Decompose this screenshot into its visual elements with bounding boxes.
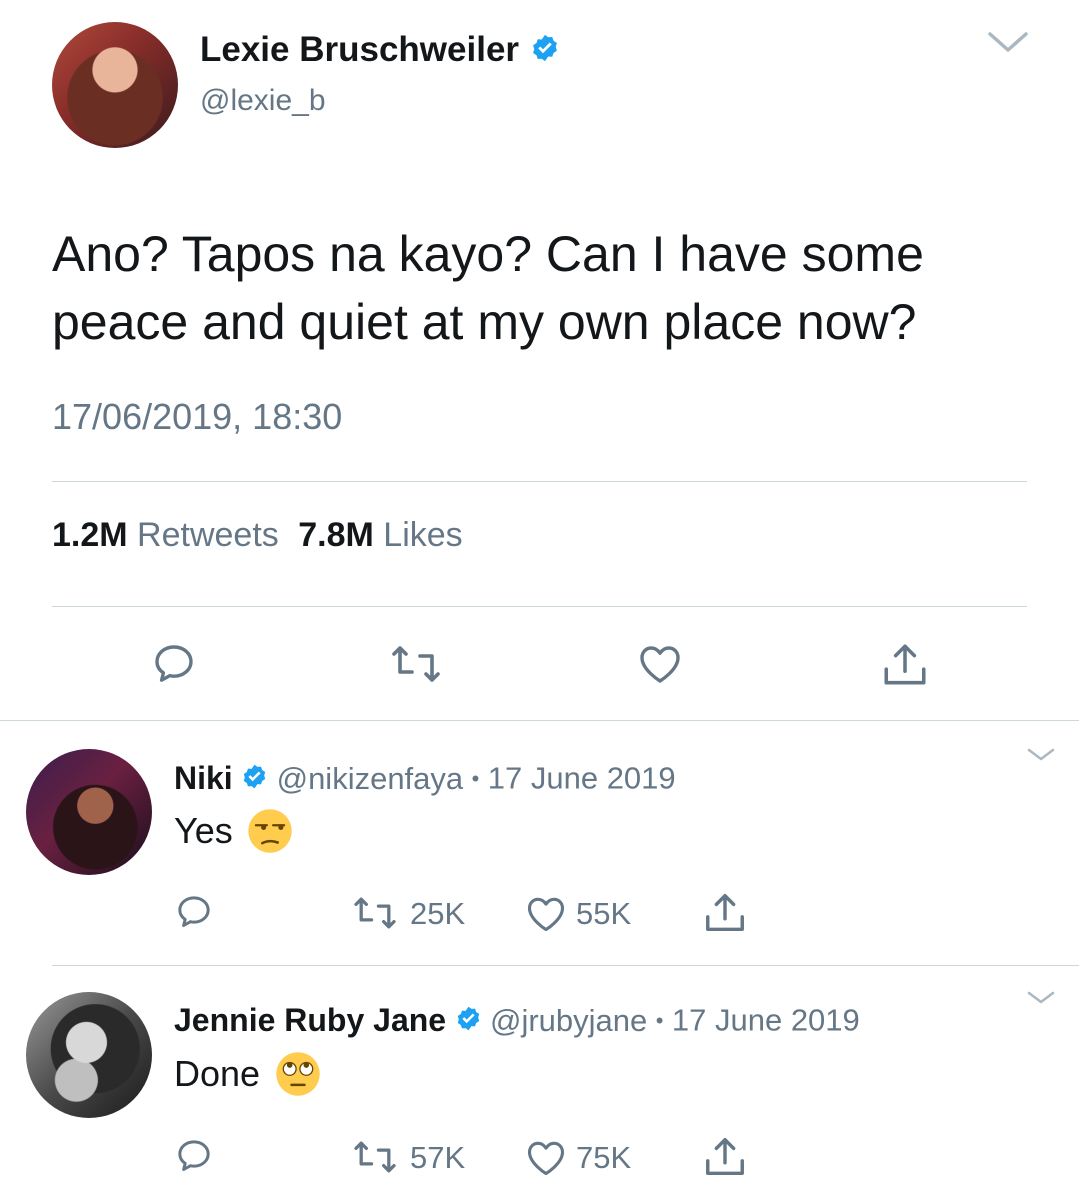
reply-date[interactable]: 17 June 2019 — [488, 761, 676, 796]
like-icon[interactable] — [636, 640, 684, 688]
retweet-icon[interactable] — [390, 642, 442, 686]
verified-badge-icon — [530, 33, 560, 68]
separator-dot: • — [471, 765, 480, 791]
author-name[interactable]: Lexie Bruschweiler — [200, 30, 519, 69]
reply-author-handle[interactable]: @nikizenfaya — [277, 761, 464, 796]
divider — [52, 481, 1027, 482]
likes-stat[interactable]: 7.8M Likes — [298, 516, 462, 554]
divider — [0, 720, 1079, 721]
separator-dot: • — [655, 1007, 664, 1033]
unamused-face-icon — [247, 808, 293, 854]
divider — [52, 965, 1079, 966]
reply-avatar[interactable] — [26, 749, 152, 875]
retweets-label: Retweets — [137, 516, 279, 554]
likes-label: Likes — [383, 516, 463, 554]
tweet-stats: 1.2M Retweets 7.8M Likes — [52, 516, 463, 555]
tweet-text-line: Ano? Tapos na kayo? Can I have some — [52, 226, 924, 282]
retweet-count: 57K — [410, 1140, 466, 1175]
reply-author-handle[interactable]: @jrubyjane — [490, 1003, 647, 1038]
reply-date[interactable]: 17 June 2019 — [672, 1003, 860, 1038]
retweets-stat[interactable]: 1.2M Retweets — [52, 516, 288, 554]
author-handle[interactable]: @lexie_b — [200, 84, 326, 118]
like-icon[interactable] — [524, 892, 568, 936]
tweet-timestamp[interactable]: 17/06/2019, 18:30 — [52, 396, 342, 438]
reply-text: Yes — [174, 810, 233, 851]
reply-text: Done — [174, 1053, 261, 1094]
reply-author-name[interactable]: Jennie Ruby Jane — [174, 1002, 446, 1038]
tweet-text: Ano? Tapos na kayo? Can I have some peac… — [52, 220, 924, 356]
verified-badge-icon — [455, 1005, 482, 1037]
likes-count: 7.8M — [298, 516, 374, 554]
like-count: 75K — [576, 1140, 632, 1175]
reply-icon[interactable] — [174, 892, 214, 932]
retweet-icon[interactable] — [352, 894, 398, 932]
like-icon[interactable] — [524, 1136, 568, 1180]
reply-author-name[interactable]: Niki — [174, 760, 233, 796]
retweet-count: 25K — [410, 896, 466, 931]
share-icon[interactable] — [880, 640, 930, 690]
chevron-down-icon[interactable] — [1026, 746, 1056, 764]
chevron-down-icon[interactable] — [1026, 989, 1056, 1007]
chevron-down-icon[interactable] — [986, 30, 1030, 56]
divider — [52, 606, 1027, 607]
share-icon[interactable] — [702, 1134, 748, 1180]
like-count: 55K — [576, 896, 632, 931]
retweets-count: 1.2M — [52, 516, 128, 554]
eye-roll-face-icon — [275, 1051, 321, 1097]
tweet-text-line: peace and quiet at my own place now? — [52, 294, 917, 350]
verified-badge-icon — [241, 763, 268, 795]
author-avatar[interactable] — [52, 22, 178, 148]
reply-avatar[interactable] — [26, 992, 152, 1118]
share-icon[interactable] — [702, 890, 748, 936]
retweet-icon[interactable] — [352, 1138, 398, 1176]
reply-icon[interactable] — [150, 640, 198, 688]
reply-icon[interactable] — [174, 1136, 214, 1176]
